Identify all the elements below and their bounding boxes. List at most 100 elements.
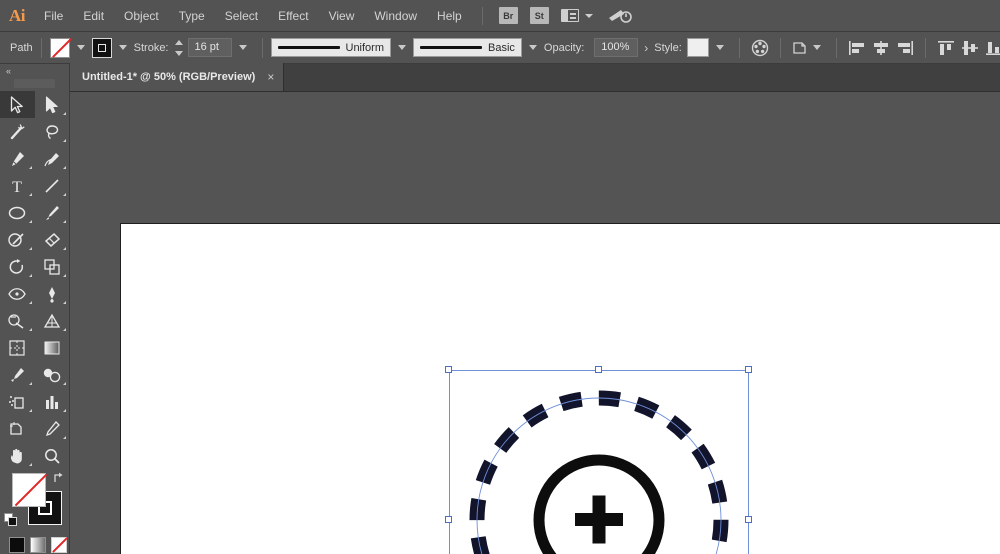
tool-flyout-indicator xyxy=(28,166,32,169)
transform-shape-icon[interactable] xyxy=(789,37,813,59)
document-tab-title: Untitled-1* @ 50% (RGB/Preview) xyxy=(82,71,256,83)
curvature-tool[interactable] xyxy=(35,145,70,172)
arrange-documents-button[interactable] xyxy=(560,9,593,22)
fill-color-swatch[interactable] xyxy=(49,37,70,58)
selection-handle-top-left[interactable] xyxy=(445,366,452,373)
selection-handle-top-right[interactable] xyxy=(745,366,752,373)
selection-handle-middle-right[interactable] xyxy=(745,516,752,523)
menu-item-help[interactable]: Help xyxy=(427,0,472,32)
app-logo-icon: Ai xyxy=(9,5,26,25)
stroke-weight-dropdown-icon[interactable] xyxy=(238,45,247,50)
menu-item-effect[interactable]: Effect xyxy=(268,0,318,32)
align-right-icon[interactable] xyxy=(893,37,917,59)
default-fill-stroke-icon[interactable] xyxy=(4,513,18,530)
tool-flyout-indicator xyxy=(63,409,66,412)
stroke-weight-stepper[interactable] xyxy=(174,39,184,56)
tool-flyout-indicator xyxy=(28,409,32,412)
magic-wand-tool[interactable] xyxy=(0,118,35,145)
rotate-tool[interactable] xyxy=(0,253,35,280)
menu-item-select[interactable]: Select xyxy=(215,0,268,32)
mesh-tool[interactable] xyxy=(0,334,35,361)
selection-handle-top-center[interactable] xyxy=(595,366,602,373)
column-graph-tool[interactable] xyxy=(35,388,70,415)
stroke-weight-input[interactable]: 16 pt xyxy=(187,38,232,57)
stroke-profile-dropdown-icon[interactable] xyxy=(398,45,407,50)
menu-item-edit[interactable]: Edit xyxy=(73,0,114,32)
blend-tool[interactable] xyxy=(35,361,70,388)
stroke-dropdown-icon[interactable] xyxy=(118,45,127,50)
close-icon[interactable]: × xyxy=(267,71,274,83)
collapse-panel-icon[interactable]: « xyxy=(6,66,11,76)
align-vertical-center-icon[interactable] xyxy=(958,37,982,59)
menu-item-window[interactable]: Window xyxy=(364,0,427,32)
shaper-tool[interactable] xyxy=(0,226,35,253)
brush-definition-select[interactable]: Basic xyxy=(413,38,522,57)
stroke-profile-select[interactable]: Uniform xyxy=(270,38,392,57)
shape-builder-tool[interactable] xyxy=(0,307,35,334)
selection-handle-middle-left[interactable] xyxy=(445,516,452,523)
tool-flyout-indicator xyxy=(28,274,32,277)
selection-tool[interactable] xyxy=(0,91,35,118)
opacity-input[interactable]: 100% xyxy=(594,38,639,57)
fill-stroke-indicator xyxy=(0,471,70,533)
align-bottom-icon[interactable] xyxy=(982,37,1000,59)
arrange-documents-icon xyxy=(560,9,579,22)
hand-tool[interactable] xyxy=(0,442,35,469)
graphic-style-swatch[interactable] xyxy=(686,38,709,57)
graphic-style-dropdown-icon[interactable] xyxy=(715,45,724,50)
align-horizontal-center-icon[interactable] xyxy=(869,37,893,59)
lasso-tool[interactable] xyxy=(35,118,70,145)
eyedropper-tool[interactable] xyxy=(0,361,35,388)
workspace-switcher-icon[interactable] xyxy=(607,6,633,26)
perspective-grid-tool[interactable] xyxy=(35,307,70,334)
control-divider xyxy=(924,37,926,58)
brush-definition-dropdown-icon[interactable] xyxy=(528,45,537,50)
ellipse-tool[interactable] xyxy=(0,199,35,226)
menu-item-object[interactable]: Object xyxy=(114,0,169,32)
tool-flyout-indicator xyxy=(63,247,66,250)
artboard[interactable] xyxy=(120,223,1000,554)
pen-tool[interactable] xyxy=(0,145,35,172)
menu-bar: Ai File Edit Object Type Select Effect V… xyxy=(0,0,1000,32)
slice-tool[interactable] xyxy=(35,415,70,442)
none-button[interactable] xyxy=(51,537,67,553)
gradient-button[interactable] xyxy=(30,537,46,553)
type-tool[interactable]: T xyxy=(0,172,35,199)
menu-item-view[interactable]: View xyxy=(319,0,365,32)
width-tool[interactable] xyxy=(0,280,35,307)
document-tab-bar: Untitled-1* @ 50% (RGB/Preview) × xyxy=(70,63,1000,92)
menu-item-file[interactable]: File xyxy=(34,0,73,32)
scale-tool[interactable] xyxy=(35,253,70,280)
align-top-icon[interactable] xyxy=(934,37,958,59)
transform-shape-dropdown-icon[interactable] xyxy=(812,45,821,50)
document-canvas[interactable] xyxy=(70,92,1000,554)
paintbrush-tool[interactable] xyxy=(35,199,70,226)
style-label: Style: xyxy=(654,41,682,54)
artwork-group[interactable] xyxy=(445,366,752,554)
symbol-sprayer-tool[interactable] xyxy=(0,388,35,415)
fill-indicator-none[interactable] xyxy=(12,473,46,507)
control-divider xyxy=(261,37,263,58)
stock-icon[interactable]: St xyxy=(529,7,549,24)
zoom-tool[interactable] xyxy=(35,442,70,469)
tool-flyout-indicator xyxy=(63,382,66,385)
recolor-artwork-icon[interactable] xyxy=(748,37,772,59)
stroke-profile-label: Uniform xyxy=(345,41,385,54)
align-left-icon[interactable] xyxy=(845,37,869,59)
line-segment-tool[interactable] xyxy=(35,172,70,199)
gradient-tool[interactable] xyxy=(35,334,70,361)
swap-fill-stroke-icon[interactable] xyxy=(52,471,66,488)
artboard-tool[interactable] xyxy=(0,415,35,442)
stroke-color-swatch[interactable] xyxy=(91,37,112,58)
free-transform-tool[interactable] xyxy=(35,280,70,307)
eraser-tool[interactable] xyxy=(35,226,70,253)
direct-selection-tool[interactable] xyxy=(35,91,70,118)
menu-item-type[interactable]: Type xyxy=(169,0,215,32)
control-divider xyxy=(835,37,837,58)
opacity-options-icon[interactable]: › xyxy=(644,41,648,55)
bridge-icon[interactable]: Br xyxy=(498,7,518,24)
tool-flyout-indicator xyxy=(28,382,32,385)
fill-dropdown-icon[interactable] xyxy=(76,45,85,50)
document-tab[interactable]: Untitled-1* @ 50% (RGB/Preview) × xyxy=(70,63,285,91)
color-button[interactable] xyxy=(9,537,25,553)
